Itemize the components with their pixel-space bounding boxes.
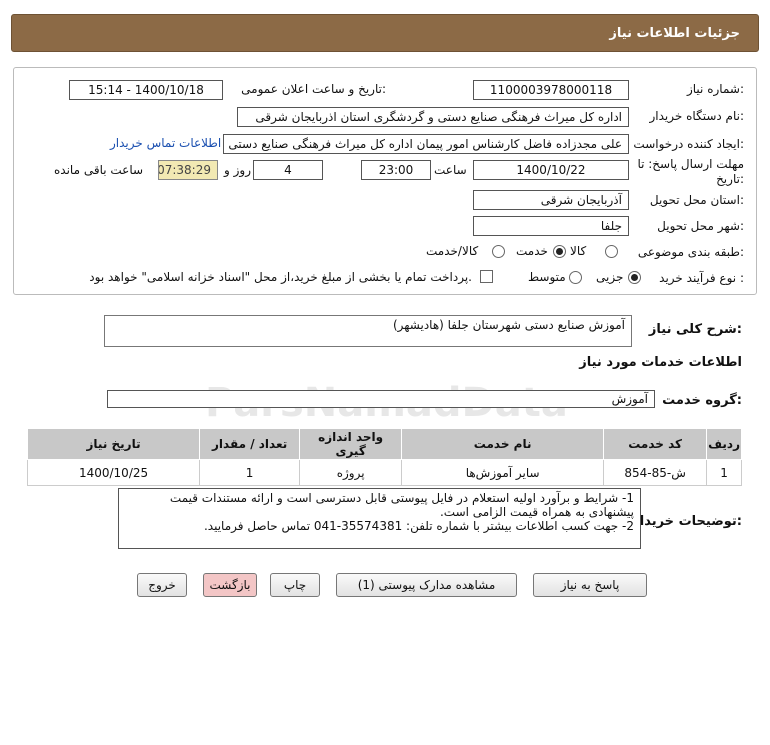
cell-unit: پروژه bbox=[299, 459, 403, 486]
process-label: نوع فرآیند خرید : bbox=[659, 271, 744, 285]
col-service-code: کد خدمت bbox=[603, 428, 708, 460]
creator-label: ایجاد کننده درخواست: bbox=[633, 137, 744, 151]
col-service-name: نام خدمت bbox=[401, 428, 605, 460]
cell-quantity: 1 bbox=[199, 459, 301, 486]
notes-line-3: 2- جهت کسب اطلاعات بیشتر با شماره تلفن: … bbox=[203, 519, 634, 533]
buyer-field: اداره کل میراث فرهنگی صنایع دستی و گردشگ… bbox=[237, 107, 629, 127]
buyer-contact-link[interactable]: اطلاعات تماس خریدار bbox=[110, 136, 221, 150]
category-radio-service[interactable] bbox=[553, 245, 566, 258]
col-need-date: تاریخ نیاز bbox=[26, 428, 201, 460]
notes-line-2: پیشنهادی به همراه قیمت الزامی است. bbox=[439, 505, 634, 519]
deadline-time-label: ساعت bbox=[434, 163, 467, 177]
table-row: 1 ش-85-854 سایر آموزش‌ها پروژه 1 1400/10… bbox=[26, 459, 742, 486]
reply-button[interactable]: پاسخ به نیاز bbox=[533, 573, 647, 597]
services-table: ردیف کد خدمت نام خدمت واحد اندازه گیری ت… bbox=[26, 428, 742, 486]
col-row-number: ردیف bbox=[706, 428, 742, 460]
category-label: طبقه بندی موضوعی: bbox=[637, 245, 744, 259]
province-field: آذربایجان شرقی bbox=[473, 190, 629, 210]
category-service-label: خدمت bbox=[516, 244, 548, 258]
cell-row-number: 1 bbox=[706, 459, 742, 486]
cell-need-date: 1400/10/25 bbox=[26, 459, 201, 486]
col-quantity: تعداد / مقدار bbox=[199, 428, 301, 460]
back-button[interactable]: بازگشت bbox=[203, 573, 257, 597]
page-title-bar: جزئیات اطلاعات نیاز bbox=[11, 14, 759, 52]
province-label: استان محل تحویل: bbox=[649, 193, 744, 207]
print-button[interactable]: چاپ bbox=[270, 573, 320, 597]
process-minor-label: جزیی bbox=[596, 270, 624, 284]
notes-box: 1- شرایط و برآورد اولیه استعلام در فایل … bbox=[118, 488, 641, 549]
creator-field: علی مجدزاده فاضل کارشناس امور پیمان ادار… bbox=[223, 134, 629, 154]
city-field: جلفا bbox=[473, 216, 629, 236]
days-field: 4 bbox=[253, 160, 323, 180]
category-radio-goods[interactable] bbox=[605, 245, 618, 258]
buyer-label: نام دستگاه خریدار: bbox=[649, 109, 745, 123]
announce-label: تاریخ و ساعت اعلان عمومی: bbox=[241, 82, 386, 96]
table-header-row: ردیف کد خدمت نام خدمت واحد اندازه گیری ت… bbox=[26, 428, 742, 460]
page-title: جزئیات اطلاعات نیاز bbox=[609, 25, 740, 41]
process-radio-medium[interactable] bbox=[569, 271, 582, 284]
notes-label: توضیحات خریدار: bbox=[632, 514, 742, 529]
category-goods-service-label: کالا/خدمت bbox=[426, 244, 479, 258]
service-group-label: گروه خدمت: bbox=[662, 393, 742, 408]
city-label: شهر محل تحویل: bbox=[657, 219, 744, 233]
process-medium-label: متوسط bbox=[528, 270, 566, 284]
cell-service-code: ش-85-854 bbox=[603, 459, 708, 486]
deadline-date-field: 1400/10/22 bbox=[473, 160, 629, 180]
notes-line-1: 1- شرایط و برآورد اولیه استعلام در فایل … bbox=[169, 491, 634, 505]
cell-service-name: سایر آموزش‌ها bbox=[401, 459, 605, 486]
days-label: روز و bbox=[224, 163, 251, 177]
services-section-title: اطلاعات خدمات مورد نیاز bbox=[579, 355, 742, 370]
summary-label: شرح کلی نیاز: bbox=[648, 322, 742, 337]
deadline-time-field: 23:00 bbox=[361, 160, 431, 180]
remaining-timer: 07:38:29 bbox=[158, 160, 218, 180]
exit-button[interactable]: خروج bbox=[137, 573, 187, 597]
treasury-payment-checkbox[interactable] bbox=[480, 270, 493, 283]
need-number-label: شماره نیاز: bbox=[686, 82, 744, 96]
announce-field: 1400/10/18 - 15:14 bbox=[69, 80, 223, 100]
process-radio-minor[interactable] bbox=[628, 271, 641, 284]
service-group-field: آموزش bbox=[107, 390, 655, 408]
category-radio-goods-service[interactable] bbox=[492, 245, 505, 258]
remaining-label: ساعت باقی مانده bbox=[54, 163, 144, 177]
deadline-label: مهلت ارسال پاسخ: تا تاریخ: bbox=[637, 157, 744, 186]
need-number-field: 1100003978000118 bbox=[473, 80, 629, 100]
view-attachments-button[interactable]: مشاهده مدارک پیوستی (1) bbox=[336, 573, 517, 597]
summary-field: آموزش صنایع دستی شهرستان جلفا (هادیشهر) bbox=[104, 315, 632, 347]
treasury-payment-text: پرداخت تمام یا بخشی از مبلغ خرید،از محل … bbox=[89, 270, 472, 284]
category-goods-label: کالا bbox=[570, 244, 587, 258]
col-unit: واحد اندازه گیری bbox=[299, 428, 403, 460]
